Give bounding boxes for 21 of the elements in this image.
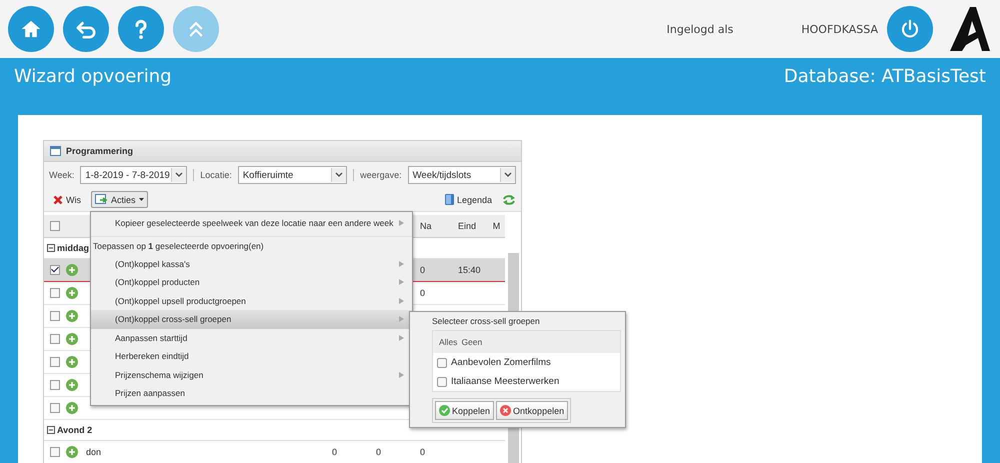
menu-heading: Toepassen op 1 geselecteerde opvoering(en) — [91, 236, 412, 254]
table-cell-text: 15:40 — [458, 265, 482, 275]
group-label: Italiaanse Meesterwerken — [451, 376, 560, 387]
page-title: Wizard opvoering — [14, 66, 172, 87]
logged-in-label: Ingelogd als — [666, 22, 734, 36]
filter-label: Week: — [49, 170, 74, 180]
database-label: Database: ATBasisTest — [784, 66, 986, 87]
table-cell: don — [86, 447, 102, 457]
group-label: Aanbevolen Zomerfilms — [451, 357, 551, 368]
table-cell-text: 0 — [420, 288, 426, 298]
table-cell-text: 0 — [376, 447, 382, 457]
submenu-title: Selecteer cross-sell groepen — [432, 316, 540, 326]
table-cell-text: 0 — [332, 447, 338, 457]
panel-title: Programmering — [66, 146, 134, 156]
table-cell-text: 0 — [420, 447, 426, 457]
filter-label: Locatie: — [200, 170, 232, 180]
group-header: middag — [57, 243, 90, 253]
table-cell-text: 0 — [420, 265, 426, 275]
user-name: HOOFDKASSA — [801, 22, 878, 36]
group-header: Avond 2 — [57, 425, 92, 435]
filter-label: weergave: — [360, 170, 402, 180]
